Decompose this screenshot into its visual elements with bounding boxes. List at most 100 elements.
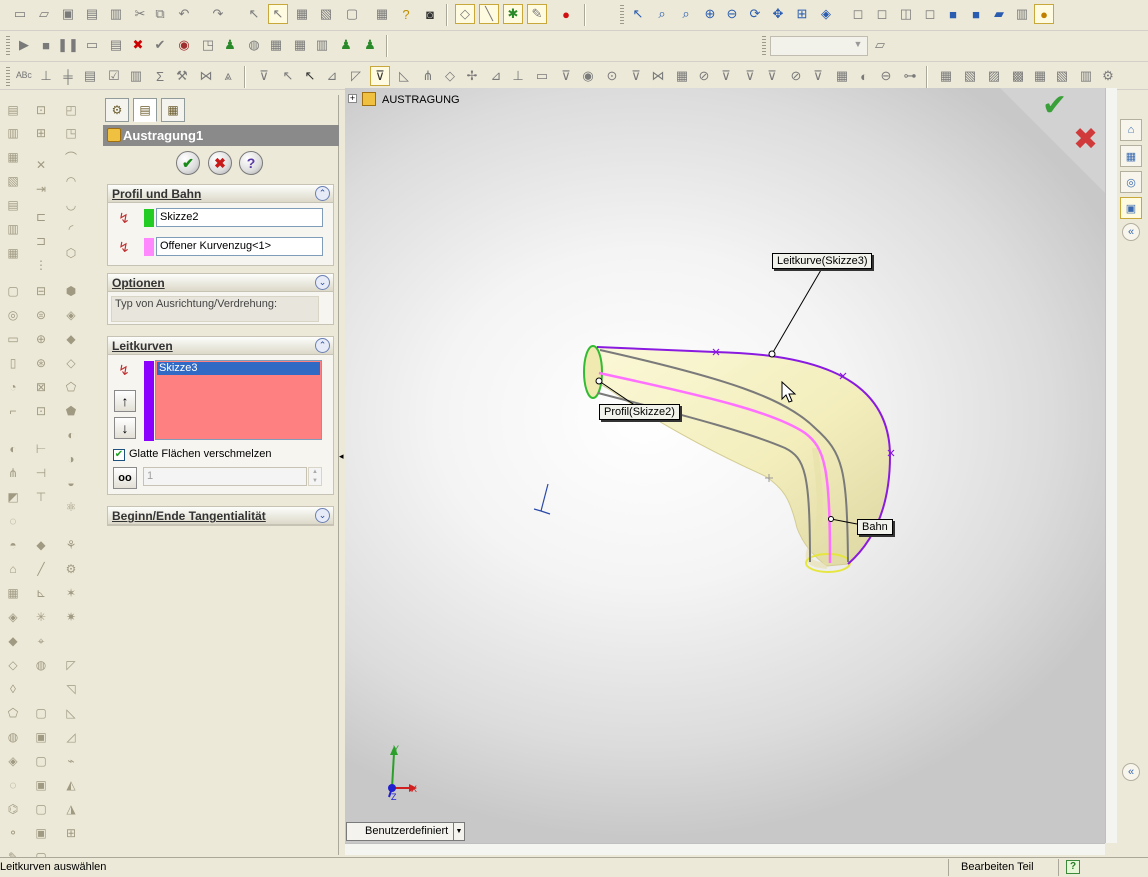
- feature-z-icon[interactable]: ⌁: [60, 751, 82, 771]
- spline-tool-icon[interactable]: ▦: [2, 243, 24, 263]
- drawing4-icon[interactable]: ▩: [1008, 66, 1028, 86]
- filter-sketch-icon[interactable]: ⊿: [486, 66, 506, 86]
- view-tab[interactable]: Benutzerdefiniert ▼: [346, 822, 465, 841]
- zoom-selection-icon[interactable]: ⊞: [792, 4, 812, 24]
- block6-icon[interactable]: ▣: [30, 823, 52, 843]
- filter-datum-icon[interactable]: ⊽: [626, 66, 646, 86]
- horizontal-scrollbar[interactable]: [345, 843, 1105, 855]
- appearance-icon[interactable]: ●: [1034, 4, 1054, 24]
- feature-cc-icon[interactable]: ⊞: [60, 823, 82, 843]
- collapse-down-icon[interactable]: ⌄: [315, 275, 330, 290]
- filter-cosmetic-icon[interactable]: ◉: [578, 66, 598, 86]
- measure-icon[interactable]: ◍: [244, 35, 264, 55]
- feature-y-icon[interactable]: ◿: [60, 727, 82, 747]
- configuration-combo[interactable]: ▼: [770, 36, 868, 56]
- new-macro-icon[interactable]: ▭: [82, 35, 102, 55]
- sketch2-icon[interactable]: ⊡: [30, 100, 52, 120]
- group-guide-curves-header[interactable]: Leitkurven ⌃: [108, 337, 333, 355]
- relation-icon[interactable]: ⊢: [30, 439, 52, 459]
- scale-icon[interactable]: ◈: [2, 607, 24, 627]
- arc-tool-icon[interactable]: ▥: [2, 219, 24, 239]
- filter-select-icon[interactable]: ↖: [300, 66, 320, 86]
- graphics-area[interactable]: + AUSTRAGUNG ✔ ✖ Leitkurve(Skizze3) Prof…: [345, 88, 1105, 843]
- filter-note-icon[interactable]: ▭: [532, 66, 552, 86]
- combine-icon[interactable]: ◇: [2, 655, 24, 675]
- filter-clear-icon[interactable]: ⊶: [900, 66, 920, 86]
- circle-tool-icon[interactable]: ▤: [2, 195, 24, 215]
- block2-icon[interactable]: ▣: [30, 727, 52, 747]
- feature-o-icon[interactable]: ◑: [60, 449, 82, 469]
- feature-x-icon[interactable]: ◺: [60, 703, 82, 723]
- collapse-down-icon[interactable]: ⌄: [315, 508, 330, 523]
- configuration-manager-tab[interactable]: ▦: [161, 98, 185, 122]
- cancel-button[interactable]: ✖: [208, 151, 232, 175]
- feature-l-icon[interactable]: ⬠: [60, 377, 82, 397]
- window-icon[interactable]: ▢: [342, 4, 362, 24]
- drawing5-icon[interactable]: ▦: [1030, 66, 1050, 86]
- rect-tool-icon[interactable]: ▧: [2, 171, 24, 191]
- rebuild-icon[interactable]: ▦: [292, 4, 312, 24]
- user2-icon[interactable]: ♟: [336, 35, 356, 55]
- feature-r-icon[interactable]: ⚘: [60, 535, 82, 555]
- group-profile-path-header[interactable]: Profil und Bahn ⌃: [108, 185, 333, 203]
- filter-active-icon[interactable]: ⊽: [370, 66, 390, 86]
- drawing3-icon[interactable]: ▨: [984, 66, 1004, 86]
- filter-icon[interactable]: ⊽: [254, 66, 274, 86]
- file-explorer-icon[interactable]: ◎: [1120, 171, 1142, 193]
- collapse-left-icon[interactable]: «: [1122, 223, 1140, 241]
- rotate-icon[interactable]: ⟳: [745, 4, 765, 24]
- surface-icon[interactable]: ◍: [2, 727, 24, 747]
- delete-icon[interactable]: ✖: [128, 35, 148, 55]
- zoom-area-icon[interactable]: ⌕: [676, 4, 696, 24]
- path-callout[interactable]: Bahn: [857, 519, 893, 535]
- filter-surface-icon[interactable]: ◺: [394, 66, 414, 86]
- tile-icon[interactable]: ▦: [372, 4, 392, 24]
- help-icon[interactable]: ?: [396, 4, 416, 24]
- undo-icon[interactable]: ↶: [174, 4, 194, 24]
- spinner-arrows[interactable]: ▲ ▼: [308, 467, 322, 486]
- drawing2-icon[interactable]: ▧: [960, 66, 980, 86]
- expand-left-icon[interactable]: «: [1122, 763, 1140, 781]
- new-icon[interactable]: ▭: [10, 4, 30, 24]
- spell-icon[interactable]: ᴬᴮᶜ: [14, 66, 34, 86]
- filter-dim-icon[interactable]: ⊥: [508, 66, 528, 86]
- feature-v-icon[interactable]: ◸: [60, 655, 82, 675]
- move-up-button[interactable]: ↑: [114, 390, 136, 412]
- draft-icon[interactable]: ◩: [2, 487, 24, 507]
- feature-k-icon[interactable]: ◇: [60, 353, 82, 373]
- status-help-button[interactable]: ?: [1066, 860, 1080, 874]
- record-macro-icon[interactable]: ◉: [174, 35, 194, 55]
- feature-u-icon[interactable]: ✷: [60, 607, 82, 627]
- delete-face-icon[interactable]: ⬠: [2, 703, 24, 723]
- print-preview-icon[interactable]: ▥: [106, 4, 126, 24]
- fix-icon[interactable]: ⊣: [30, 463, 52, 483]
- preview-toggle-button[interactable]: oo: [113, 467, 137, 489]
- collapse-up-icon[interactable]: ⌃: [315, 186, 330, 201]
- feature-j-icon[interactable]: ◆: [60, 329, 82, 349]
- perspective-icon[interactable]: ▰: [989, 4, 1009, 24]
- weld-icon[interactable]: ⋈: [196, 66, 216, 86]
- linear-icon[interactable]: ⊟: [30, 281, 52, 301]
- note-icon[interactable]: ▤: [80, 66, 100, 86]
- mirror2-icon[interactable]: ⋮: [30, 255, 52, 275]
- feature-w-icon[interactable]: ◹: [60, 679, 82, 699]
- move-icon[interactable]: ⊕: [30, 329, 52, 349]
- construction-icon[interactable]: ◆: [30, 535, 52, 555]
- block3-icon[interactable]: ▢: [30, 751, 52, 771]
- feature-icon[interactable]: ▦: [266, 35, 286, 55]
- group-options-header[interactable]: Optionen ⌄: [108, 274, 333, 292]
- appearances-icon[interactable]: ▣: [1120, 197, 1142, 219]
- drawing7-icon[interactable]: ▥: [1076, 66, 1096, 86]
- help-button[interactable]: ?: [239, 151, 263, 175]
- datum-icon[interactable]: ╪: [58, 66, 78, 86]
- circular-icon[interactable]: ⊜: [30, 305, 52, 325]
- drawing-icon[interactable]: ▦: [936, 66, 956, 86]
- feature-p-icon[interactable]: ◒: [60, 473, 82, 493]
- filter-surface-body-icon[interactable]: ⋈: [648, 66, 668, 86]
- chevron-down-icon[interactable]: ▼: [453, 823, 464, 840]
- scale2-icon[interactable]: ⊠: [30, 377, 52, 397]
- guide-curve-list[interactable]: Skizze3: [155, 360, 322, 440]
- revolve-icon[interactable]: ◎: [2, 305, 24, 325]
- filter-table-icon[interactable]: ▦: [832, 66, 852, 86]
- pan-icon[interactable]: ✥: [768, 4, 788, 24]
